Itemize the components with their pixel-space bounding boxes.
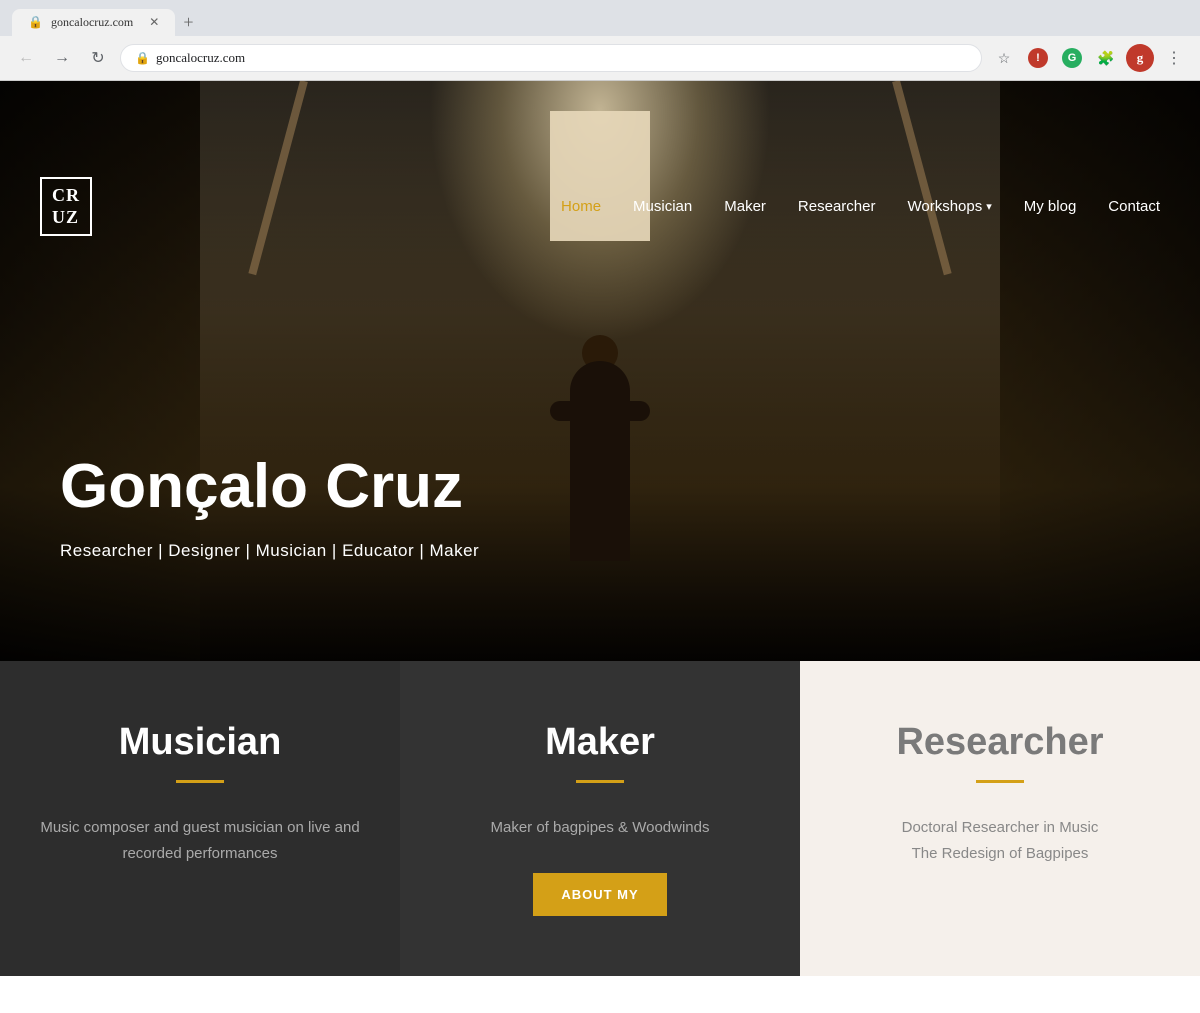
musician-card: Musician Music composer and guest musici…	[0, 661, 400, 976]
nav-maker[interactable]: Maker	[724, 198, 766, 215]
hero-content: Gonçalo Cruz Researcher | Designer | Mus…	[60, 453, 479, 561]
hero-subtitle: Researcher | Designer | Musician | Educa…	[60, 541, 479, 561]
address-bar[interactable]: 🔒 goncalocruz.com	[120, 44, 982, 72]
workshops-chevron-icon: ▾	[986, 200, 992, 213]
bookmark-button[interactable]: ☆	[990, 44, 1018, 72]
hero-title: Gonçalo Cruz	[60, 453, 479, 521]
browser-chrome: 🔒 goncalocruz.com ✕ + ← → ↻ 🔒 goncalocru…	[0, 0, 1200, 81]
extension-red-button[interactable]: !	[1024, 44, 1052, 72]
menu-button[interactable]: ⋮	[1160, 44, 1188, 72]
reload-button[interactable]: ↻	[84, 44, 112, 72]
tab-bar: 🔒 goncalocruz.com ✕ +	[0, 0, 1200, 36]
hero-figure	[540, 281, 660, 561]
nav-musician[interactable]: Musician	[633, 198, 692, 215]
maker-card: Maker Maker of bagpipes & Woodwinds ABOU…	[400, 661, 800, 976]
researcher-card-title: Researcher	[896, 721, 1103, 764]
tab-title: goncalocruz.com	[51, 15, 133, 30]
nav-workshops-label: Workshops	[907, 198, 982, 215]
profile-button[interactable]: g	[1126, 44, 1154, 72]
nav-my-blog[interactable]: My blog	[1024, 198, 1077, 215]
toolbar-actions: ☆ ! G 🧩 g ⋮	[990, 44, 1188, 72]
logo-line2: UZ	[52, 207, 80, 229]
nav-contact[interactable]: Contact	[1108, 198, 1160, 215]
maker-about-button[interactable]: ABOUT MY	[533, 873, 666, 916]
maker-card-text: Maker of bagpipes & Woodwinds	[490, 815, 709, 841]
researcher-card: Researcher Doctoral Researcher in MusicT…	[800, 661, 1200, 976]
researcher-divider	[976, 780, 1024, 783]
musician-card-text: Music composer and guest musician on liv…	[40, 815, 360, 866]
maker-divider	[576, 780, 624, 783]
site-logo[interactable]: CR UZ	[40, 177, 92, 236]
maker-card-title: Maker	[545, 721, 655, 764]
url-text: goncalocruz.com	[156, 50, 245, 66]
active-tab[interactable]: 🔒 goncalocruz.com ✕	[12, 9, 175, 36]
logo-line1: CR	[52, 185, 80, 207]
musician-card-title: Musician	[119, 721, 282, 764]
website-container: CR UZ Home Musician Maker Researcher Wor…	[0, 81, 1200, 976]
nav-researcher[interactable]: Researcher	[798, 198, 876, 215]
researcher-card-text: Doctoral Researcher in MusicThe Redesign…	[902, 815, 1099, 866]
tab-favicon: 🔒	[28, 15, 43, 30]
figure-body	[570, 361, 630, 561]
nav-home[interactable]: Home	[561, 198, 601, 215]
toolbar: ← → ↻ 🔒 goncalocruz.com ☆ ! G 🧩 g ⋮	[0, 36, 1200, 80]
tab-close-icon[interactable]: ✕	[149, 15, 159, 30]
extension-green-button[interactable]: G	[1058, 44, 1086, 72]
new-tab-btn[interactable]: +	[183, 12, 193, 33]
back-button[interactable]: ←	[12, 44, 40, 72]
site-header: CR UZ Home Musician Maker Researcher Wor…	[0, 161, 1200, 252]
hero-section: CR UZ Home Musician Maker Researcher Wor…	[0, 81, 1200, 661]
extensions-button[interactable]: 🧩	[1092, 44, 1120, 72]
nav-workshops[interactable]: Workshops ▾	[907, 198, 991, 215]
musician-divider	[176, 780, 224, 783]
lock-icon: 🔒	[135, 51, 150, 66]
site-nav: Home Musician Maker Researcher Workshops…	[561, 198, 1160, 215]
cards-section: Musician Music composer and guest musici…	[0, 661, 1200, 976]
forward-button[interactable]: →	[48, 44, 76, 72]
